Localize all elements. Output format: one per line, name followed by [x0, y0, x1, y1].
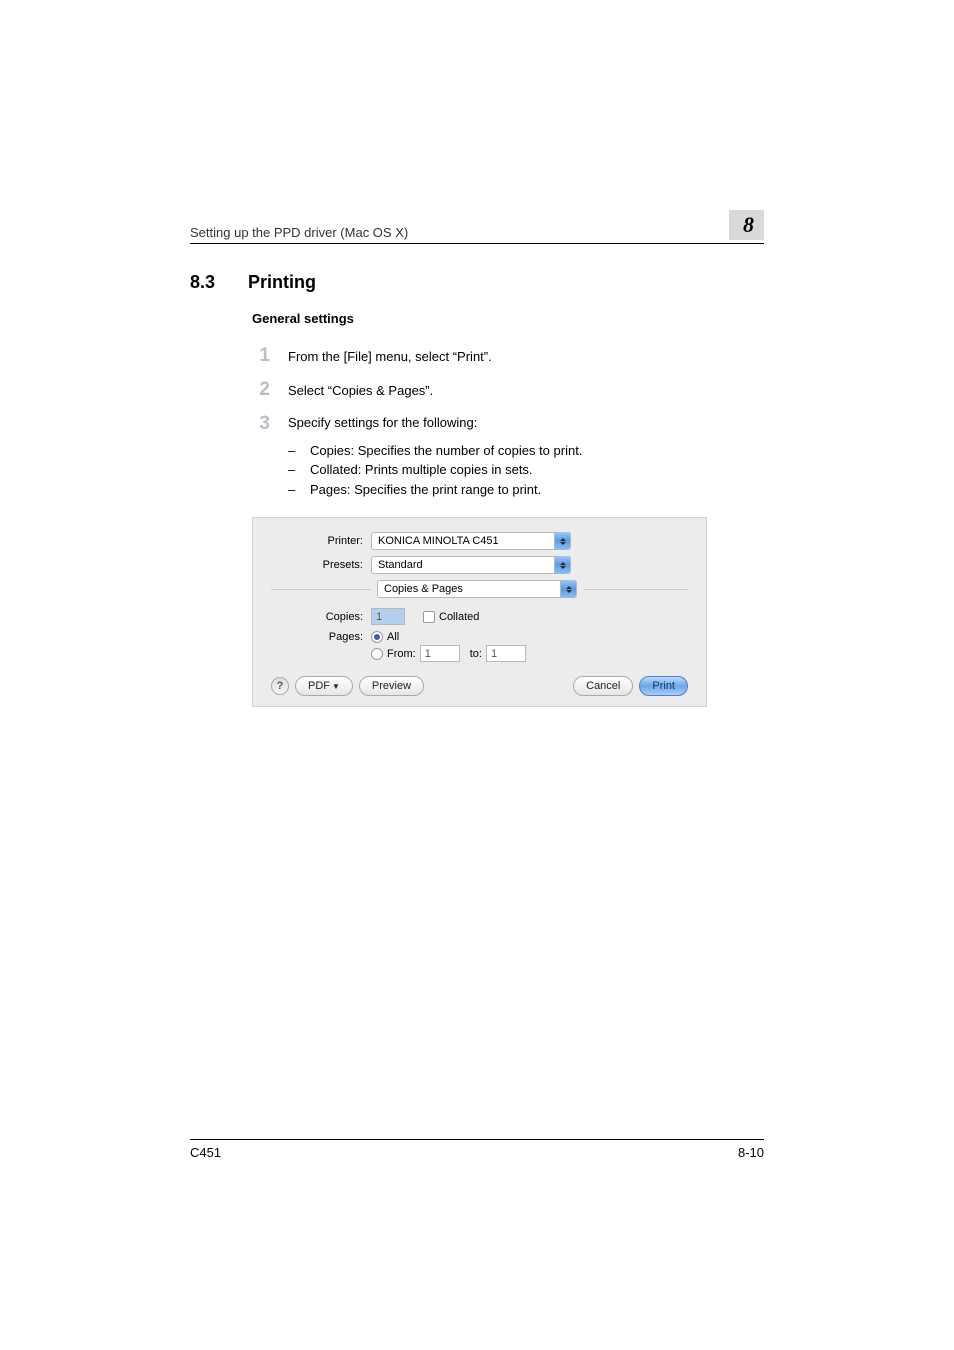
presets-value: Standard	[378, 559, 423, 571]
step-1: 1 From the [File] menu, select “Print”.	[252, 346, 764, 366]
chevron-down-icon: ▼	[332, 682, 340, 691]
pages-all-radio[interactable]	[371, 631, 383, 643]
from-label: From:	[387, 648, 416, 660]
section-number: 8.3	[190, 272, 224, 293]
footer-pagenum: 8-10	[738, 1145, 764, 1160]
step-number: 2	[252, 380, 270, 400]
chapter-number: 8	[743, 212, 754, 237]
section-title: Printing	[248, 272, 316, 293]
footer-model: C451	[190, 1145, 221, 1160]
to-input[interactable]: 1	[486, 645, 526, 662]
bullet-item: Pages: Specifies the print range to prin…	[310, 480, 541, 500]
presets-select[interactable]: Standard	[371, 556, 571, 574]
bullet-item: Collated: Prints multiple copies in sets…	[310, 460, 533, 480]
collated-checkbox[interactable]	[423, 611, 435, 623]
page-header: Setting up the PPD driver (Mac OS X) 8	[190, 210, 764, 244]
copies-label: Copies:	[271, 611, 371, 623]
panel-select[interactable]: Copies & Pages	[377, 580, 577, 598]
chevron-updown-icon	[560, 580, 576, 598]
copies-input[interactable]: 1	[371, 608, 405, 625]
bullet-item: Copies: Specifies the number of copies t…	[310, 441, 582, 461]
print-button[interactable]: Print	[639, 676, 688, 696]
pdf-button[interactable]: PDF▼	[295, 676, 353, 696]
from-input[interactable]: 1	[420, 645, 460, 662]
printer-label: Printer:	[271, 535, 371, 547]
subheading: General settings	[252, 311, 764, 326]
breadcrumb: Setting up the PPD driver (Mac OS X)	[190, 225, 408, 240]
to-label: to:	[470, 648, 482, 660]
pages-from-radio[interactable]	[371, 648, 383, 660]
cancel-button[interactable]: Cancel	[573, 676, 633, 696]
step-text: From the [File] menu, select “Print”.	[288, 346, 492, 366]
step-number: 1	[252, 346, 270, 366]
help-button[interactable]: ?	[271, 677, 289, 695]
chevron-updown-icon	[554, 532, 570, 550]
panel-value: Copies & Pages	[384, 583, 463, 595]
presets-label: Presets:	[271, 559, 371, 571]
bullet-list: –Copies: Specifies the number of copies …	[288, 441, 582, 500]
step-2: 2 Select “Copies & Pages”.	[252, 380, 764, 400]
print-dialog: Printer: KONICA MINOLTA C451 Presets: St…	[252, 517, 707, 707]
printer-select[interactable]: KONICA MINOLTA C451	[371, 532, 571, 550]
step-3: 3 Specify settings for the following: –C…	[252, 414, 764, 499]
page-footer: C451 8-10	[190, 1139, 764, 1160]
step-text: Select “Copies & Pages”.	[288, 380, 433, 400]
chevron-updown-icon	[554, 556, 570, 574]
pages-label: Pages:	[271, 631, 371, 643]
collated-label: Collated	[439, 611, 479, 623]
section-heading: 8.3 Printing	[190, 272, 764, 293]
step-number: 3	[252, 414, 270, 499]
step-text: Specify settings for the following:	[288, 413, 477, 430]
preview-button[interactable]: Preview	[359, 676, 424, 696]
pages-all-label: All	[387, 631, 399, 643]
printer-value: KONICA MINOLTA C451	[378, 535, 499, 547]
chapter-badge: 8	[729, 210, 764, 240]
